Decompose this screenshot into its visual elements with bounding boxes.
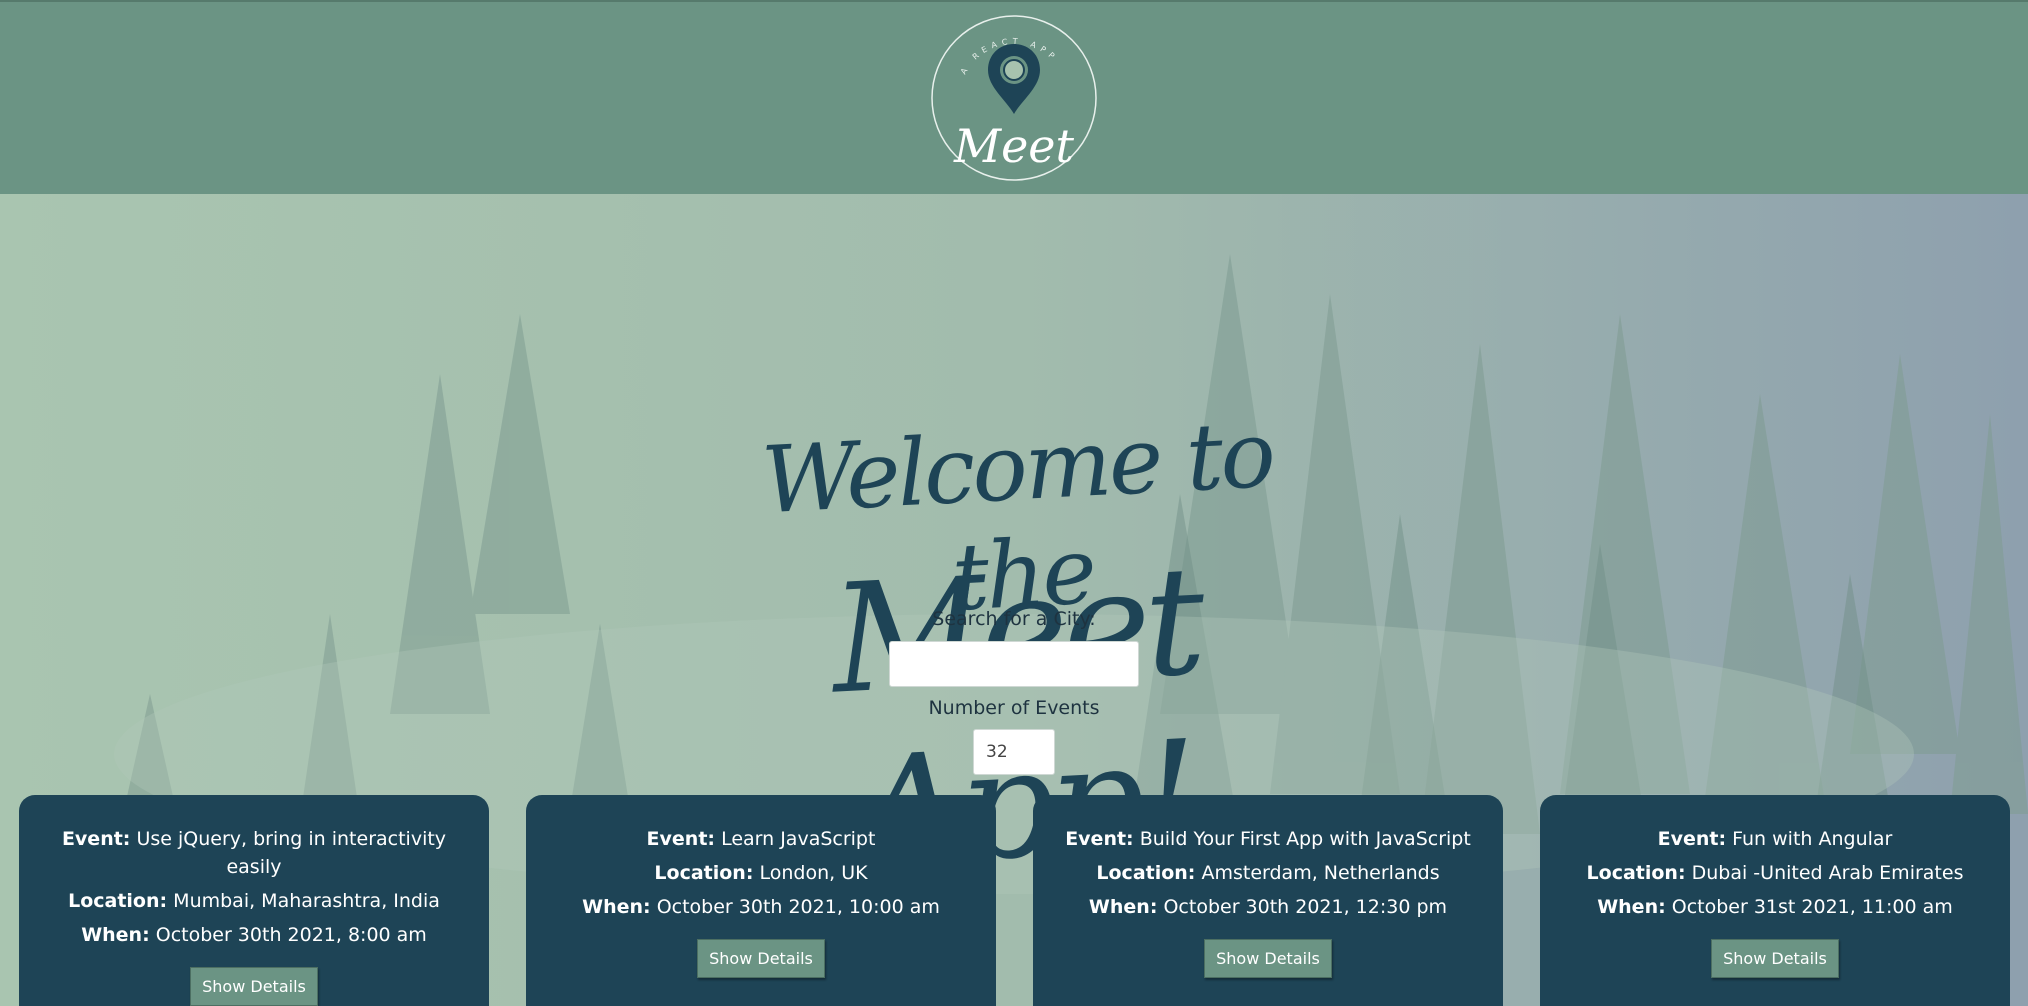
- event-title-line: Event: Learn JavaScript: [556, 825, 966, 853]
- event-location: Mumbai, Maharashtra, India: [173, 890, 440, 912]
- location-key: Location:: [68, 890, 168, 912]
- show-details-button[interactable]: Show Details: [190, 967, 318, 1006]
- event-key: Event:: [1065, 828, 1134, 850]
- page: A REACT APP Meet Welcome to the Meet App…: [0, 0, 2028, 1006]
- event-card: Event: Use jQuery, bring in interactivit…: [19, 795, 489, 1006]
- meet-logo[interactable]: A REACT APP Meet: [930, 14, 1098, 182]
- event-key: Event:: [61, 828, 131, 850]
- event-when-line: When: October 31st 2021, 11:00 am: [1570, 893, 1980, 921]
- event-title-line: Event: Fun with Angular: [1570, 825, 1980, 853]
- location-key: Location:: [1586, 862, 1686, 884]
- event-card: Event: Build Your First App with JavaScr…: [1033, 795, 1503, 1006]
- show-details-button[interactable]: Show Details: [1711, 939, 1839, 978]
- map-pin-icon: [988, 44, 1040, 114]
- when-key: When:: [1597, 896, 1666, 918]
- event-title-line: Event: Use jQuery, bring in interactivit…: [49, 825, 459, 881]
- location-key: Location:: [1096, 862, 1196, 884]
- event-when: October 30th 2021, 10:00 am: [656, 896, 940, 918]
- when-key: When:: [1088, 896, 1158, 918]
- event-when-line: When: October 30th 2021, 8:00 am: [49, 921, 459, 949]
- number-of-events-label: Number of Events: [928, 697, 1100, 719]
- number-of-events-input[interactable]: [973, 729, 1055, 775]
- header-bar: A REACT APP Meet: [0, 0, 2028, 194]
- event-key: Event:: [646, 828, 716, 850]
- event-location-line: Location: London, UK: [556, 859, 966, 887]
- event-title: Use jQuery, bring in interactivity easil…: [136, 828, 447, 878]
- event-card: Event: Fun with Angular Location: Dubai …: [1540, 795, 2010, 1006]
- event-location: Dubai -United Arab Emirates: [1691, 862, 1964, 884]
- event-title: Build Your First App with JavaScript: [1139, 828, 1471, 850]
- show-details-button[interactable]: Show Details: [1204, 939, 1332, 978]
- event-when: October 30th 2021, 12:30 pm: [1163, 896, 1448, 918]
- event-title: Fun with Angular: [1732, 828, 1893, 850]
- event-when-line: When: October 30th 2021, 10:00 am: [556, 893, 966, 921]
- event-location: Amsterdam, Netherlands: [1201, 862, 1440, 884]
- when-key: When:: [81, 924, 150, 946]
- event-when: October 31st 2021, 11:00 am: [1671, 896, 1953, 918]
- city-search-label: Search for a City:: [932, 608, 1096, 630]
- event-when: October 30th 2021, 8:00 am: [155, 924, 427, 946]
- city-search-input[interactable]: [889, 641, 1139, 687]
- event-location-line: Location: Mumbai, Maharashtra, India: [49, 887, 459, 915]
- when-key: When:: [582, 896, 651, 918]
- event-key: Event:: [1657, 828, 1727, 850]
- event-location: London, UK: [759, 862, 868, 884]
- show-details-button[interactable]: Show Details: [697, 939, 825, 978]
- event-when-line: When: October 30th 2021, 12:30 pm: [1063, 893, 1473, 921]
- event-title: Learn JavaScript: [721, 828, 876, 850]
- event-title-line: Event: Build Your First App with JavaScr…: [1063, 825, 1473, 853]
- logo-wordmark: Meet: [953, 119, 1075, 173]
- event-location-line: Location: Dubai -United Arab Emirates: [1570, 859, 1980, 887]
- event-card: Event: Learn JavaScript Location: London…: [526, 795, 996, 1006]
- location-key: Location:: [654, 862, 754, 884]
- event-location-line: Location: Amsterdam, Netherlands: [1063, 859, 1473, 887]
